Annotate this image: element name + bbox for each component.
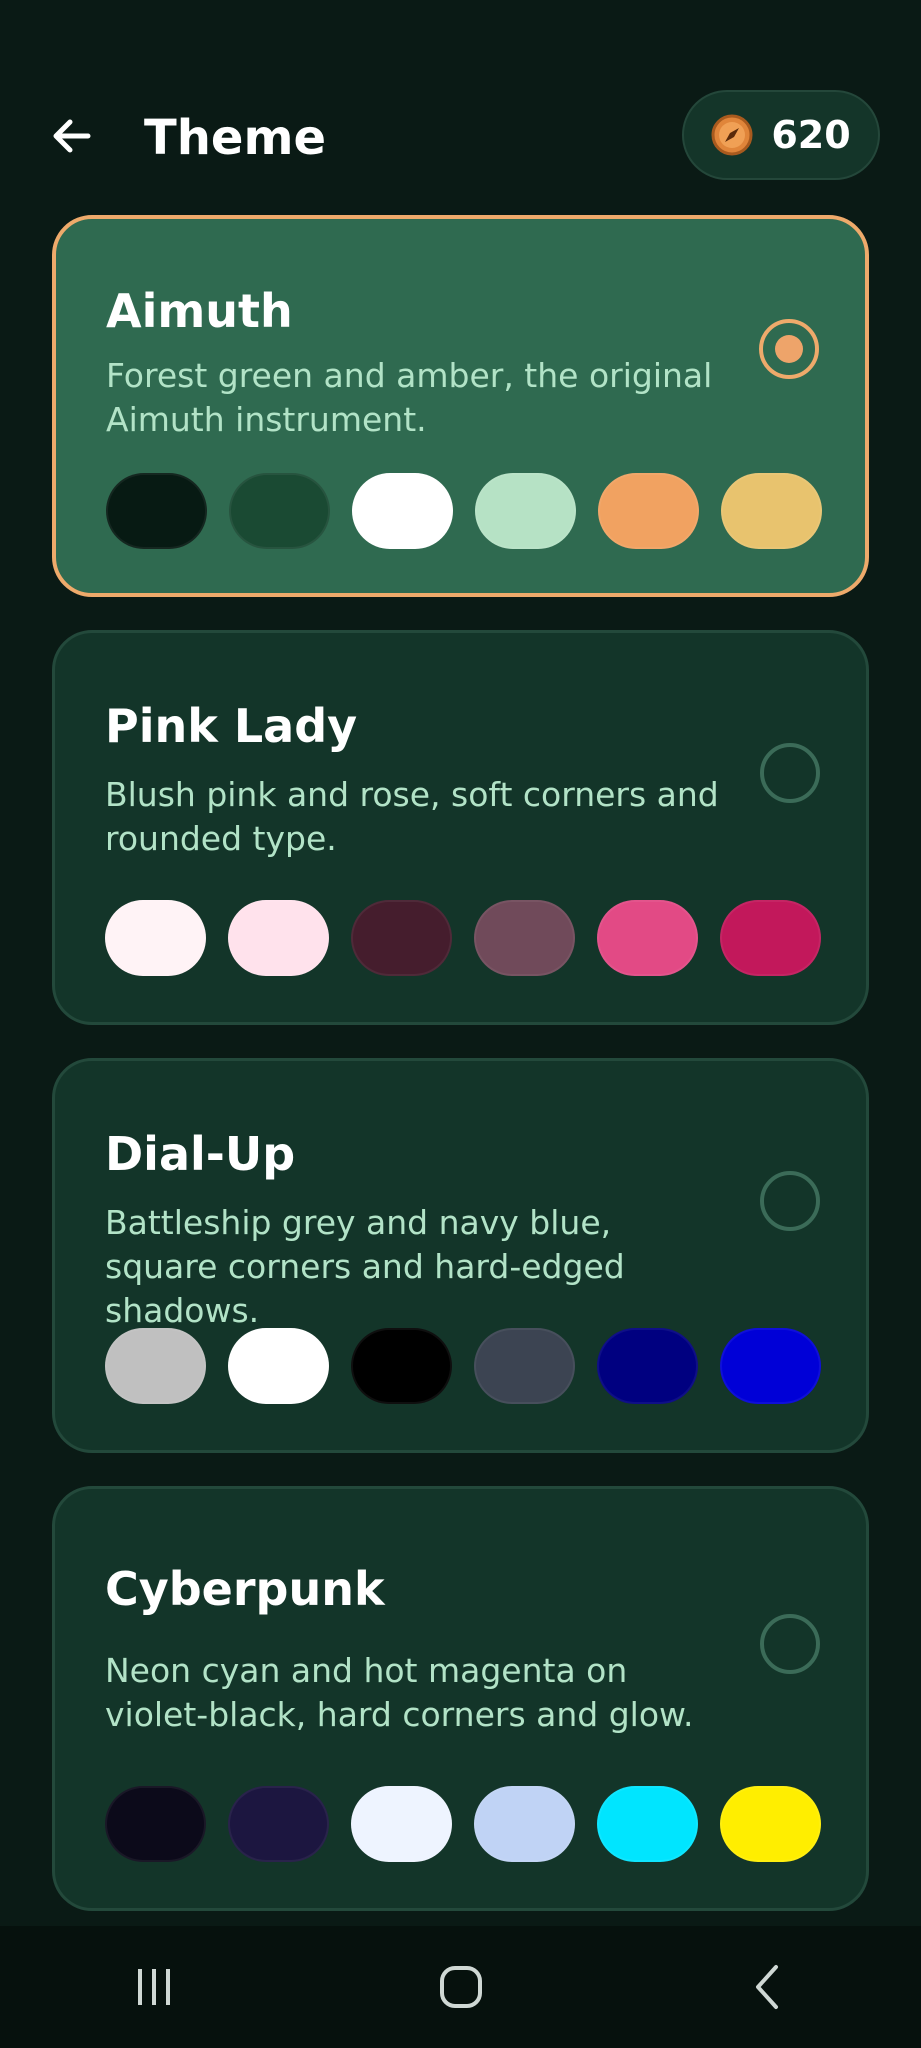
color-swatch <box>228 1786 329 1862</box>
color-swatch <box>597 1328 698 1404</box>
color-swatch <box>105 900 206 976</box>
radio-selected-dot <box>775 335 803 363</box>
theme-screen: Theme 620 Aimuth Forest green and amber, … <box>0 0 921 2048</box>
color-swatch <box>720 1328 821 1404</box>
color-swatch <box>351 900 452 976</box>
color-swatch <box>351 1328 452 1404</box>
theme-card-dial-up[interactable]: Dial-Up Battleship grey and navy blue, sq… <box>52 1058 869 1453</box>
theme-description: Forest green and amber, the original Aim… <box>106 356 713 439</box>
color-swatch <box>597 900 698 976</box>
coin-balance[interactable]: 620 <box>682 90 880 180</box>
theme-card-pink-lady[interactable]: Pink Lady Blush pink and rose, soft corne… <box>52 630 869 1025</box>
color-swatch <box>598 473 699 549</box>
color-swatch <box>229 473 330 549</box>
theme-radio-cyberpunk[interactable] <box>760 1614 820 1674</box>
color-swatch <box>597 1786 698 1862</box>
home-button[interactable] <box>401 1942 521 2032</box>
color-swatch <box>720 1786 821 1862</box>
color-swatch <box>228 900 329 976</box>
color-swatch <box>474 900 575 976</box>
coin-count: 620 <box>771 113 851 157</box>
color-swatches <box>105 1328 821 1404</box>
theme-description: Battleship grey and navy blue, square co… <box>105 1203 625 1330</box>
color-swatches <box>105 900 821 976</box>
color-swatch <box>106 473 207 549</box>
color-swatches <box>105 1786 821 1862</box>
color-swatch <box>721 473 822 549</box>
compass-coin-icon <box>711 114 753 156</box>
back-button[interactable] <box>40 104 104 168</box>
header: Theme 620 <box>0 0 921 200</box>
color-swatch <box>720 900 821 976</box>
theme-name: Dial-Up <box>105 1127 296 1181</box>
color-swatch <box>105 1786 206 1862</box>
theme-description: Blush pink and rose, soft corners and ro… <box>105 775 719 858</box>
recents-icon <box>137 1969 170 2005</box>
color-swatch <box>105 1328 206 1404</box>
theme-card-aimuth[interactable]: Aimuth Forest green and amber, the origin… <box>52 215 869 597</box>
color-swatch <box>475 473 576 549</box>
theme-name: Aimuth <box>106 284 293 338</box>
color-swatch <box>474 1786 575 1862</box>
nav-back-button[interactable] <box>708 1942 828 2032</box>
page-title: Theme <box>144 110 327 166</box>
arrow-left-icon <box>53 119 91 153</box>
theme-card-cyberpunk[interactable]: Cyberpunk Neon cyan and hot magenta on vi… <box>52 1486 869 1911</box>
theme-radio-aimuth[interactable] <box>759 319 819 379</box>
theme-name: Pink Lady <box>105 699 358 753</box>
theme-radio-dial-up[interactable] <box>760 1171 820 1231</box>
color-swatch <box>351 1786 452 1862</box>
back-chevron-icon <box>755 1965 778 2009</box>
theme-name: Cyberpunk <box>105 1562 385 1616</box>
theme-radio-pink-lady[interactable] <box>760 743 820 803</box>
color-swatch <box>228 1328 329 1404</box>
color-swatch <box>474 1328 575 1404</box>
theme-description: Neon cyan and hot magenta on violet-blac… <box>105 1651 694 1734</box>
color-swatches <box>106 473 822 549</box>
system-navbar <box>0 1926 921 2048</box>
recents-button[interactable] <box>94 1942 214 2032</box>
home-icon <box>439 1966 482 2008</box>
color-swatch <box>352 473 453 549</box>
